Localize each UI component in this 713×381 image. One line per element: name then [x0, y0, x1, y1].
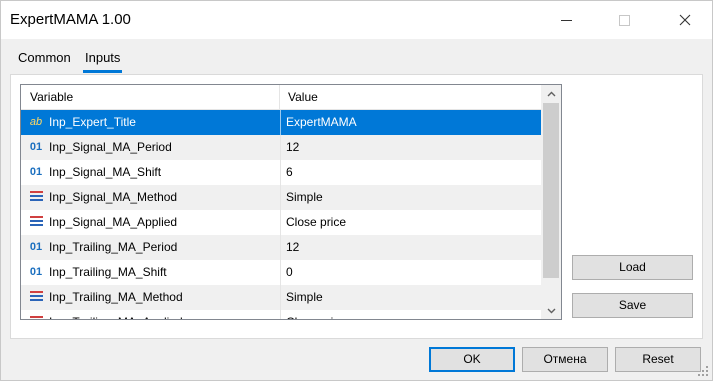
scroll-up-button[interactable]	[541, 85, 561, 102]
load-button[interactable]: Load	[572, 255, 693, 280]
variable-value[interactable]: Simple	[286, 185, 323, 210]
enum-type-icon	[27, 185, 45, 210]
integer-type-icon: 01	[29, 241, 43, 253]
variable-value[interactable]: Simple	[286, 285, 323, 310]
tab-common[interactable]: Common	[18, 49, 71, 71]
table-row[interactable]: 01 Inp_Signal_MA_Shift 6	[21, 160, 541, 185]
variable-value[interactable]: 12	[286, 235, 299, 260]
maximize-icon	[618, 14, 630, 26]
variable-value[interactable]: 6	[286, 160, 293, 185]
integer-type-icon: 01	[29, 166, 43, 178]
table-row[interactable]: 01 Inp_Trailing_MA_Period 12	[21, 235, 541, 260]
variable-name: Inp_Signal_MA_Period	[49, 140, 172, 154]
close-button[interactable]	[662, 1, 708, 39]
save-button[interactable]: Save	[572, 293, 693, 318]
table-row[interactable]: ab Inp_Expert_Title ExpertMAMA	[21, 110, 541, 135]
chevron-down-icon	[547, 308, 555, 313]
resize-grip-icon[interactable]	[697, 365, 709, 377]
variable-name: Inp_Signal_MA_Applied	[49, 215, 178, 229]
variable-name: Inp_Trailing_MA_Applied	[49, 310, 183, 319]
variable-value[interactable]: ExpertMAMA	[286, 110, 357, 135]
close-icon	[679, 14, 691, 26]
integer-type-icon: 01	[29, 266, 43, 278]
inputs-grid: Variable Value ab Inp_Expert_Title ExpertM…	[20, 84, 562, 320]
maximize-button	[601, 1, 647, 39]
variable-name: Inp_Signal_MA_Shift	[49, 165, 162, 179]
enum-type-icon	[27, 285, 45, 310]
scroll-down-button[interactable]	[541, 302, 561, 319]
chevron-up-icon	[547, 91, 555, 96]
variable-name: Inp_Trailing_MA_Period	[49, 240, 178, 254]
variable-value[interactable]: Close price	[286, 210, 346, 235]
variable-value[interactable]: 0	[286, 260, 293, 285]
integer-type-icon: 01	[29, 141, 43, 153]
variable-name: Inp_Trailing_MA_Method	[49, 290, 183, 304]
table-row[interactable]: 01 Inp_Signal_MA_Period 12	[21, 135, 541, 160]
variable-name: Inp_Signal_MA_Method	[49, 190, 178, 204]
enum-type-icon	[27, 310, 45, 319]
table-row[interactable]: 01 Inp_Trailing_MA_Shift 0	[21, 260, 541, 285]
table-row[interactable]: Inp_Trailing_MA_Method Simple	[21, 285, 541, 310]
table-row[interactable]: Inp_Trailing_MA_Applied Close price	[21, 310, 541, 319]
grid-header: Variable Value	[21, 85, 541, 110]
column-header-variable[interactable]: Variable	[21, 85, 280, 110]
reset-button[interactable]: Reset	[615, 347, 701, 372]
column-header-value[interactable]: Value	[280, 85, 541, 110]
minimize-icon	[560, 19, 572, 21]
window-title: ExpertMAMA 1.00	[10, 11, 131, 28]
grid-rows: ab Inp_Expert_Title ExpertMAMA 01 Inp_Signal…	[21, 110, 541, 319]
variable-name: Inp_Expert_Title	[49, 115, 136, 129]
enum-type-icon	[27, 210, 45, 235]
tab-inputs[interactable]: Inputs	[85, 49, 120, 71]
table-row[interactable]: Inp_Signal_MA_Applied Close price	[21, 210, 541, 235]
table-row[interactable]: Inp_Signal_MA_Method Simple	[21, 185, 541, 210]
active-tab-indicator	[83, 70, 122, 73]
variable-value[interactable]: Close price	[286, 310, 346, 319]
minimize-button[interactable]	[543, 1, 589, 39]
title-bar: ExpertMAMA 1.00	[1, 1, 712, 39]
variable-value[interactable]: 12	[286, 135, 299, 160]
cancel-button[interactable]: Отмена	[522, 347, 608, 372]
string-type-icon: ab	[29, 116, 43, 128]
ok-button[interactable]: OK	[429, 347, 515, 372]
vertical-scrollbar[interactable]	[541, 85, 561, 319]
scrollbar-thumb[interactable]	[543, 103, 559, 278]
variable-name: Inp_Trailing_MA_Shift	[49, 265, 167, 279]
